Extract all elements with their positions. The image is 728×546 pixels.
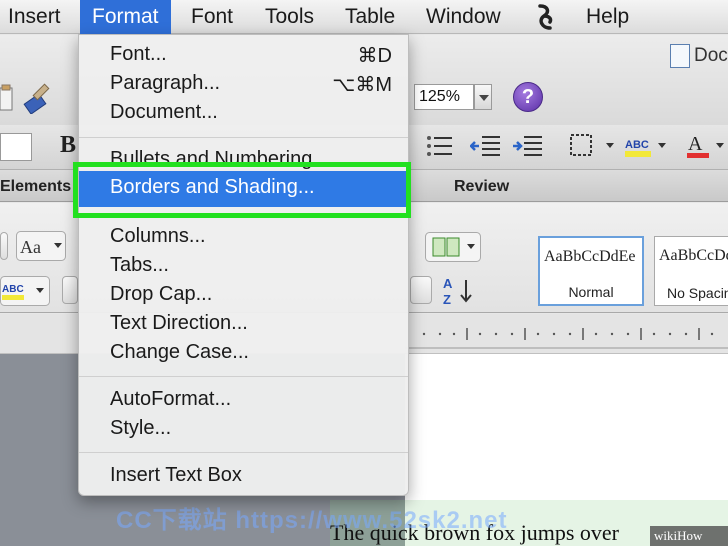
increase-indent-icon[interactable]	[512, 134, 544, 158]
svg-text:ABC: ABC	[2, 284, 24, 295]
menu-item-tabs[interactable]: Tabs...	[79, 251, 408, 280]
menu-separator	[79, 137, 408, 138]
menu-tools[interactable]: Tools	[265, 0, 314, 34]
text-highlight-icon[interactable]: ABC	[0, 276, 50, 306]
menu-item-drop-cap[interactable]: Drop Cap...	[79, 280, 408, 309]
paste-icon[interactable]	[0, 84, 14, 112]
zoom-field[interactable]: 125%	[414, 84, 474, 110]
menu-bar: Insert Format Font Tools Table Window He…	[0, 0, 728, 34]
bullet-list-icon[interactable]	[426, 134, 454, 158]
menu-item-columns[interactable]: Columns...	[79, 222, 408, 251]
script-menu-icon[interactable]	[534, 4, 556, 30]
zoom-dropdown-button[interactable]	[474, 84, 492, 110]
menu-format[interactable]: Format	[80, 0, 171, 34]
tab-review[interactable]: Review	[454, 178, 509, 196]
tab-document-elements[interactable]: Elements	[0, 178, 71, 196]
menu-item-font[interactable]: Font... ⌘D	[79, 40, 408, 69]
menu-separator	[79, 376, 408, 377]
menu-insert[interactable]: Insert	[8, 0, 61, 34]
format-menu: Font... ⌘D Paragraph... ⌥⌘M Document... …	[78, 34, 409, 496]
watermark: CC下载站 https://www.52sk2.net	[116, 507, 508, 534]
svg-text:A: A	[688, 133, 703, 155]
menu-item-change-case[interactable]: Change Case...	[79, 338, 408, 367]
menu-item-autoformat[interactable]: AutoFormat...	[79, 385, 408, 414]
menu-item-document[interactable]: Document...	[79, 98, 408, 127]
svg-text:Aa: Aa	[20, 237, 41, 257]
menu-item-paragraph[interactable]: Paragraph... ⌥⌘M	[79, 69, 408, 98]
menu-font[interactable]: Font	[191, 0, 233, 34]
menu-table[interactable]: Table	[345, 0, 395, 34]
font-color-icon[interactable]: A	[686, 132, 728, 160]
document-icon	[670, 44, 690, 68]
bold-button[interactable]: B	[60, 132, 76, 159]
style-normal[interactable]: AaBbCcDdEe Normal	[538, 236, 644, 306]
text-effects-button[interactable]	[62, 276, 78, 304]
menu-separator	[79, 452, 408, 453]
annotation-highlight-box	[73, 162, 411, 218]
menu-help[interactable]: Help	[586, 0, 629, 34]
change-case-icon[interactable]: Aa	[16, 231, 66, 261]
ribbon-button[interactable]	[410, 276, 432, 304]
borders-icon[interactable]	[570, 134, 618, 158]
highlight-color-icon[interactable]: ABC	[624, 134, 670, 160]
menu-item-style[interactable]: Style...	[79, 414, 408, 443]
decrease-indent-icon[interactable]	[470, 134, 502, 158]
help-button[interactable]: ?	[513, 82, 543, 112]
sort-az-icon[interactable]: A Z	[440, 274, 484, 308]
svg-text:A: A	[443, 276, 453, 291]
menu-item-insert-text-box[interactable]: Insert Text Box	[79, 461, 408, 490]
svg-text:ABC: ABC	[625, 139, 649, 151]
svg-text:Z: Z	[443, 292, 451, 307]
menu-window[interactable]: Window	[426, 0, 501, 34]
format-painter-icon[interactable]	[22, 80, 58, 114]
style-no-spacing[interactable]: AaBbCcDdEe No Spacing	[654, 236, 728, 306]
ribbon-button[interactable]	[0, 232, 8, 260]
columns-icon[interactable]	[425, 232, 481, 262]
menu-item-text-direction[interactable]: Text Direction...	[79, 309, 408, 338]
style-dropdown[interactable]	[0, 133, 32, 161]
wikihow-badge: wikiHow	[650, 526, 728, 546]
document-title: Doc	[694, 45, 728, 66]
